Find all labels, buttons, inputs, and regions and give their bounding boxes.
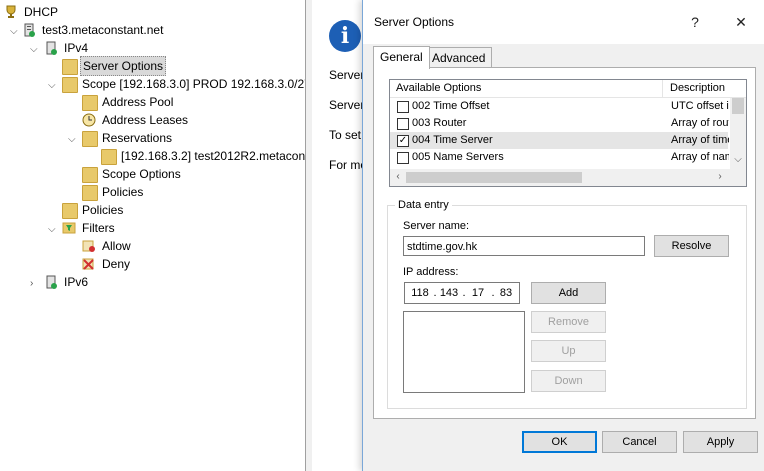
option-row[interactable]: 003 Router Array of rout xyxy=(390,115,729,132)
remove-button[interactable]: Remove xyxy=(531,311,606,333)
ip-octet-4[interactable]: 83 xyxy=(495,283,517,303)
chevron-down-icon[interactable]: ⌵ xyxy=(68,135,78,145)
tree-label: IPv6 xyxy=(64,275,89,289)
chevron-down-icon[interactable]: ⌵ xyxy=(48,225,58,235)
help-button[interactable]: ? xyxy=(685,12,705,32)
tab-advanced[interactable]: Advanced xyxy=(425,47,493,68)
scroll-thumb[interactable] xyxy=(732,98,744,114)
checkbox-checked[interactable]: ✓ xyxy=(397,135,409,147)
tree-label: Deny xyxy=(102,257,131,271)
option-row-selected[interactable]: ✓ 004 Time Server Array of time xyxy=(390,132,729,149)
resolve-button[interactable]: Resolve xyxy=(654,235,729,257)
ip-octet-1[interactable]: 118 xyxy=(409,283,431,303)
server-icon xyxy=(22,23,36,37)
policies-icon xyxy=(62,203,78,219)
tree-label: Allow xyxy=(102,239,131,253)
ip-address-list[interactable] xyxy=(403,311,525,393)
tree-label: Server Options xyxy=(80,56,167,76)
server-options-icon xyxy=(62,59,78,75)
details-text-1: Server xyxy=(329,68,365,82)
ip-address-input[interactable]: 118 . 143 . 17 . 83 xyxy=(404,282,520,304)
add-button[interactable]: Add xyxy=(531,282,606,304)
deny-filter-icon xyxy=(82,257,96,271)
data-entry-legend: Data entry xyxy=(395,199,452,211)
dialog-titlebar[interactable]: Server Options ? ✕ xyxy=(363,0,764,44)
tree-label: Scope Options xyxy=(102,167,181,181)
ip-address-label: IP address: xyxy=(403,266,459,278)
tab-general[interactable]: General xyxy=(373,46,430,69)
chevron-down-icon[interactable]: ⌵ xyxy=(30,45,40,55)
up-button[interactable]: Up xyxy=(531,340,606,362)
tree-label: IPv4 xyxy=(64,41,89,55)
tree-label: test3.metaconstant.net xyxy=(42,23,164,37)
ip-octet-2[interactable]: 143 xyxy=(438,283,460,303)
folder-icon xyxy=(82,167,98,183)
scroll-down-icon[interactable]: ⌵ xyxy=(730,152,746,168)
option-description: Array of time xyxy=(671,134,729,146)
tree-label: Scope [192.168.3.0] PROD 192.168.3.0/27 xyxy=(82,77,311,91)
tree-label: Policies xyxy=(82,203,124,217)
details-text-2: Server xyxy=(329,98,365,112)
options-list-header: Available Options Description xyxy=(390,80,746,98)
vertical-scrollbar[interactable]: ▲ ⌵ xyxy=(730,98,746,186)
server-options-dialog: Server Options ? ✕ General Advanced Avai… xyxy=(362,0,764,471)
ok-button[interactable]: OK xyxy=(522,431,597,453)
tree-label: Policies xyxy=(102,185,144,199)
option-row[interactable]: 002 Time Offset UTC offset i xyxy=(390,98,729,115)
clock-icon xyxy=(82,113,96,127)
apply-button[interactable]: Apply xyxy=(683,431,758,453)
trophy-dhcp-icon xyxy=(4,5,18,19)
column-header-available-options[interactable]: Available Options xyxy=(390,80,663,97)
tree-label: Filters xyxy=(82,221,115,235)
option-description: UTC offset i xyxy=(671,100,729,112)
tree-label: Address Leases xyxy=(102,113,189,127)
option-name: 002 Time Offset xyxy=(412,100,490,112)
column-header-description[interactable]: Description xyxy=(664,80,746,97)
tree-label: DHCP xyxy=(24,5,59,19)
chevron-down-icon[interactable]: ⌵ xyxy=(10,27,20,37)
tree-label: Reservations xyxy=(102,131,173,145)
cancel-button[interactable]: Cancel xyxy=(602,431,677,453)
server-name-label: Server name: xyxy=(403,220,470,232)
checkbox[interactable] xyxy=(397,101,409,113)
option-name: 005 Name Servers xyxy=(412,151,504,163)
server-name-input[interactable]: stdtime.gov.hk xyxy=(403,236,645,256)
scroll-thumb[interactable] xyxy=(406,172,582,183)
checkbox[interactable] xyxy=(397,152,409,164)
chevron-right-icon[interactable]: › xyxy=(30,279,40,289)
option-row[interactable]: 005 Name Servers Array of nam xyxy=(390,149,729,166)
close-button[interactable]: ✕ xyxy=(731,12,751,32)
option-description: Array of rout xyxy=(671,117,729,129)
option-description: Array of nam xyxy=(671,151,729,163)
console-tree: DHCP ⌵ test3.metaconstant.net ⌵ IPv4 Ser… xyxy=(0,0,314,471)
ipv6-icon xyxy=(44,275,58,289)
scroll-right-icon[interactable]: › xyxy=(712,169,728,185)
ip-octet-3[interactable]: 17 xyxy=(467,283,489,303)
reservation-icon xyxy=(101,149,117,165)
filter-icon xyxy=(62,221,76,235)
options-list[interactable]: Available Options Description 002 Time O… xyxy=(389,79,747,187)
address-pool-icon xyxy=(82,95,98,111)
dialog-title: Server Options xyxy=(374,15,455,29)
option-name: 004 Time Server xyxy=(412,134,493,146)
ipv4-icon xyxy=(44,41,58,55)
scroll-left-icon[interactable]: ‹ xyxy=(390,169,406,185)
tree-label: [192.168.3.2] test2012R2.metaconst xyxy=(121,149,315,163)
folder-icon xyxy=(82,131,98,147)
checkbox[interactable] xyxy=(397,118,409,130)
chevron-down-icon[interactable]: ⌵ xyxy=(48,81,58,91)
option-name: 003 Router xyxy=(412,117,467,129)
horizontal-scrollbar[interactable]: ‹ › xyxy=(390,169,730,186)
tree-label: Address Pool xyxy=(102,95,174,109)
allow-filter-icon xyxy=(82,239,96,253)
policies-icon xyxy=(82,185,98,201)
folder-icon xyxy=(62,77,78,93)
info-icon: i xyxy=(329,20,361,52)
down-button[interactable]: Down xyxy=(531,370,606,392)
